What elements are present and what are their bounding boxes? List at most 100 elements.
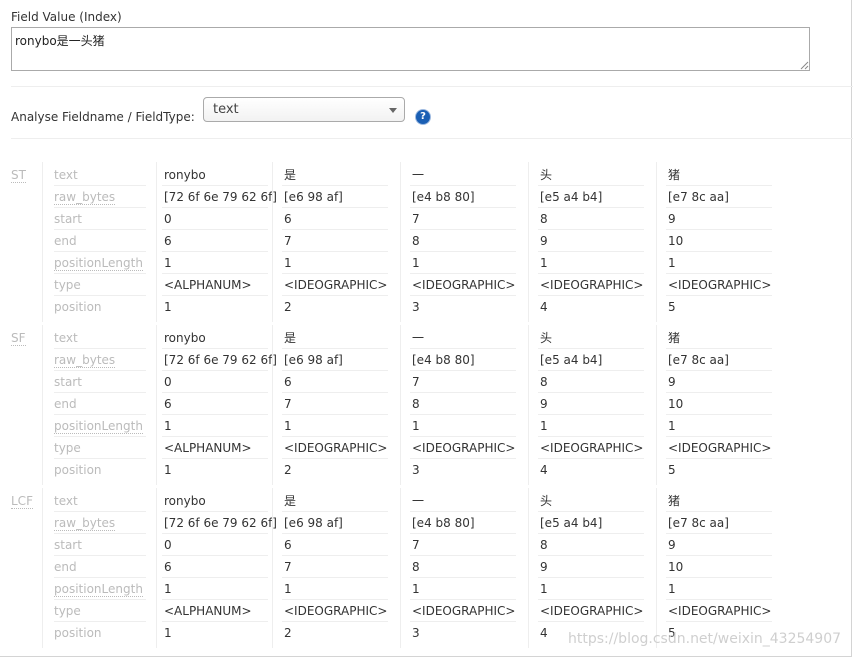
token-start: 9: [668, 375, 676, 389]
row-divider: [282, 414, 388, 415]
row-divider: [538, 392, 644, 393]
row-divider: [410, 511, 516, 512]
attribute-name-end: end: [54, 234, 146, 248]
token-positionlength: 1: [412, 256, 420, 270]
row-divider: [162, 370, 268, 371]
token-start: 7: [412, 538, 420, 552]
filter-abbreviation[interactable]: ST: [11, 168, 26, 183]
token-positionlength: 1: [412, 419, 420, 433]
token-raw_bytes: [72 6f 6e 79 62 6f]: [164, 353, 277, 367]
attribute-label: raw_bytes: [54, 516, 116, 531]
row-divider: [282, 533, 388, 534]
token-position: 4: [540, 626, 548, 640]
row-divider: [666, 273, 772, 274]
row-divider: [538, 599, 644, 600]
token-raw_bytes: [e7 8c aa]: [668, 190, 729, 204]
row-divider: [162, 207, 268, 208]
row-divider: [54, 414, 146, 415]
attribute-name-type: type: [54, 604, 146, 618]
token-text: 是: [284, 168, 297, 182]
column-divider: [42, 488, 43, 648]
row-divider: [162, 621, 268, 622]
fieldtype-select[interactable]: text: [203, 97, 405, 122]
analysis-block-st: ST text raw_bytes start end positionLength typ…: [0, 162, 853, 331]
token-type: <IDEOGRAPHIC>: [412, 441, 516, 455]
token-start: 0: [164, 375, 172, 389]
token-text: ronybo: [164, 331, 206, 345]
row-divider: [410, 273, 516, 274]
help-icon[interactable]: ?: [416, 110, 430, 124]
column-divider: [656, 162, 657, 322]
token-type: <IDEOGRAPHIC>: [668, 278, 772, 292]
token-text: 是: [284, 494, 297, 508]
row-divider: [666, 251, 772, 252]
row-divider: [666, 392, 772, 393]
token-raw_bytes: [e5 a4 b4]: [540, 353, 603, 367]
column-divider: [42, 325, 43, 485]
token-start: 8: [540, 375, 548, 389]
row-divider: [410, 185, 516, 186]
token-position: 2: [284, 300, 292, 314]
token-raw_bytes: [e5 a4 b4]: [540, 190, 603, 204]
token-text: 头: [540, 331, 553, 345]
row-divider: [162, 348, 268, 349]
row-divider: [162, 185, 268, 186]
column-divider: [156, 488, 157, 648]
row-divider: [538, 577, 644, 578]
field-value-textarea[interactable]: [11, 27, 810, 71]
attribute-name-end: end: [54, 397, 146, 411]
token-positionlength: 1: [164, 256, 172, 270]
attribute-label: position: [54, 300, 102, 314]
token-type: <IDEOGRAPHIC>: [540, 441, 644, 455]
row-divider: [54, 273, 146, 274]
token-type: <IDEOGRAPHIC>: [284, 278, 388, 292]
row-divider: [54, 458, 146, 459]
attribute-label: text: [54, 494, 78, 508]
token-position: 3: [412, 626, 420, 640]
attribute-name-position: position: [54, 626, 146, 640]
filter-abbreviation[interactable]: LCF: [11, 494, 33, 509]
attribute-name-positionlength: positionLength: [54, 419, 146, 434]
filter-abbreviation[interactable]: SF: [11, 331, 26, 346]
row-divider: [282, 348, 388, 349]
token-text: 头: [540, 168, 553, 182]
token-end: 10: [668, 397, 684, 411]
token-raw_bytes: [e6 98 af]: [284, 353, 343, 367]
row-divider: [162, 436, 268, 437]
attribute-label: type: [54, 278, 81, 292]
token-type: <IDEOGRAPHIC>: [540, 278, 644, 292]
token-text: 猪: [668, 331, 681, 345]
column-divider: [400, 162, 401, 322]
token-text: ronybo: [164, 494, 206, 508]
row-divider: [666, 621, 772, 622]
row-divider: [54, 621, 146, 622]
token-end: 9: [540, 397, 548, 411]
column-divider: [272, 162, 273, 322]
row-divider: [162, 414, 268, 415]
row-divider: [54, 599, 146, 600]
divider: [11, 138, 853, 139]
token-start: 7: [412, 375, 420, 389]
token-start: 6: [284, 212, 292, 226]
row-divider: [666, 599, 772, 600]
token-positionlength: 1: [284, 582, 292, 596]
attribute-label: end: [54, 397, 77, 411]
fieldtype-selected-value: text: [213, 102, 239, 117]
attribute-label: position: [54, 463, 102, 477]
row-divider: [410, 229, 516, 230]
token-position: 3: [412, 463, 420, 477]
row-divider: [282, 229, 388, 230]
token-text: 猪: [668, 494, 681, 508]
analyse-fieldname-label: Analyse Fieldname / FieldType:: [11, 110, 195, 124]
token-positionlength: 1: [540, 256, 548, 270]
row-divider: [410, 295, 516, 296]
attribute-name-start: start: [54, 212, 146, 226]
token-type: <IDEOGRAPHIC>: [412, 278, 516, 292]
row-divider: [162, 273, 268, 274]
token-type: <ALPHANUM>: [164, 441, 252, 455]
divider: [11, 86, 853, 87]
row-divider: [666, 577, 772, 578]
attribute-label: start: [54, 212, 82, 226]
token-positionlength: 1: [284, 419, 292, 433]
row-divider: [54, 348, 146, 349]
